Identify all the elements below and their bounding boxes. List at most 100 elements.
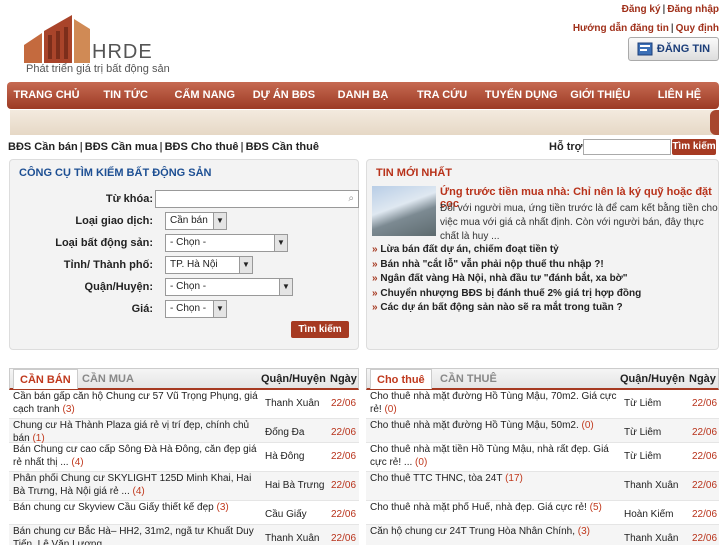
news-item[interactable]: Bán nhà "cắt lỗ" vẫn phải nộp thuế thu n… xyxy=(372,258,717,273)
nav-news[interactable]: TIN TỨC xyxy=(86,82,165,109)
nav-lookup[interactable]: TRA CỨU xyxy=(403,82,482,109)
transaction-value: Cần bán xyxy=(170,215,208,226)
news-item[interactable]: Lừa bán đất dự án, chiếm đoạt tiền tỷ xyxy=(372,243,717,258)
login-link[interactable]: Đăng nhập xyxy=(667,4,719,15)
separator: | xyxy=(159,141,163,153)
row-district: Cầu Giấy xyxy=(265,509,307,520)
nav-home[interactable]: TRANG CHỦ xyxy=(7,82,86,109)
tab-buy[interactable]: CẦN MUA xyxy=(76,369,140,389)
row-title[interactable]: Cho thuê nhà mặt phố Huế, nhà đẹp. Giá c… xyxy=(370,501,618,514)
table-row[interactable]: Bán chung cư Skyview Cầu Giấy thiết kế đ… xyxy=(9,501,359,525)
nav-projects[interactable]: DỰ ÁN BĐS xyxy=(244,82,323,109)
col-date: Ngày xyxy=(330,373,357,385)
row-date: 22/06 xyxy=(692,398,718,409)
cat-rent[interactable]: BĐS Cho thuê xyxy=(165,141,239,153)
cat-need-rent[interactable]: BĐS Cần thuê xyxy=(246,141,319,153)
table-row[interactable]: Cho thuê nhà mặt đường Hồ Tùng Mậu, 70m2… xyxy=(366,390,719,419)
separator: | xyxy=(79,141,83,153)
row-title-text: Cho thuê nhà mặt tiền Hồ Tùng Mậu, nhà r… xyxy=(370,444,609,468)
row-title-text: Cho thuê nhà mặt đường Hồ Tùng Mậu, 70m2… xyxy=(370,391,617,415)
news-item[interactable]: Chuyển nhượng BĐS bị đánh thuế 2% giá tr… xyxy=(372,287,717,302)
province-value: TP. Hà Nội xyxy=(170,259,218,270)
search-icon: ⌕ xyxy=(348,193,354,204)
row-district: Từ Liêm xyxy=(624,398,662,409)
support-search-input[interactable] xyxy=(583,139,671,155)
row-title-text: Bán chung cư Bắc Hà– HH2, 31m2, ngã tư K… xyxy=(13,526,254,545)
row-title-text: Căn hộ chung cư 24T Trung Hòa Nhân Chính… xyxy=(370,526,575,537)
row-title-text: Bán Chung cư cao cấp Sông Đà Hà Đông, că… xyxy=(13,444,257,468)
row-title[interactable]: Bán chung cư Skyview Cầu Giấy thiết kế đ… xyxy=(13,501,259,514)
price-label: Giá: xyxy=(131,303,153,315)
news-thumbnail[interactable] xyxy=(372,186,436,236)
province-label: Tỉnh/ Thành phố: xyxy=(63,259,153,271)
chevron-down-icon: ▼ xyxy=(213,301,226,317)
row-title-text: Bán chung cư Skyview Cầu Giấy thiết kế đ… xyxy=(13,502,214,513)
province-select[interactable]: TP. Hà Nội ▼ xyxy=(165,256,253,274)
table-row[interactable]: Bán Chung cư cao cấp Sông Đà Hà Đông, că… xyxy=(9,443,359,472)
nav-handbook[interactable]: CẨM NANG xyxy=(165,82,244,109)
table-row[interactable]: Phân phối Chung cư SKYLIGHT 125D Minh Kh… xyxy=(9,472,359,501)
register-link[interactable]: Đăng ký xyxy=(622,4,661,15)
news-item[interactable]: Các dự án bất động sản nào sẽ ra mắt tro… xyxy=(372,301,717,316)
table-row[interactable]: Chung cư Hà Thành Plaza giá rẻ vị trí đẹ… xyxy=(9,419,359,445)
search-button[interactable]: Tìm kiếm xyxy=(291,321,349,338)
nav-contact[interactable]: LIÊN HỆ xyxy=(640,82,719,109)
building-logo-icon xyxy=(24,15,90,63)
price-select[interactable]: - Chọn - ▼ xyxy=(165,300,227,318)
row-title[interactable]: Cần bán gấp căn hộ Chung cư 57 Vũ Trọng … xyxy=(13,390,259,416)
row-title[interactable]: Cho thuê nhà mặt đường Hồ Tùng Mậu, 50m2… xyxy=(370,419,618,432)
cat-sale[interactable]: BĐS Cần bán xyxy=(8,141,78,153)
row-district: Từ Liêm xyxy=(624,427,662,438)
row-title[interactable]: Phân phối Chung cư SKYLIGHT 125D Minh Kh… xyxy=(13,472,259,498)
guide-link[interactable]: Hướng dẫn đăng tin xyxy=(573,23,669,34)
district-select[interactable]: - Chọn - ▼ xyxy=(165,278,293,296)
property-type-label: Loại bất động sản: xyxy=(55,237,153,249)
table-row[interactable]: Căn hộ chung cư 24T Trung Hòa Nhân Chính… xyxy=(366,525,719,545)
keyword-input[interactable]: ⌕ xyxy=(155,190,359,208)
support-search-button[interactable]: Tìm kiếm xyxy=(672,139,716,155)
separator: | xyxy=(240,141,244,153)
post-listing-button[interactable]: ĐĂNG TIN xyxy=(628,37,719,61)
table-row[interactable]: Cần bán gấp căn hộ Chung cư 57 Vũ Trọng … xyxy=(9,390,359,419)
table-row[interactable]: Cho thuê nhà mặt tiền Hồ Tùng Mậu, nhà r… xyxy=(366,443,719,472)
row-count: (3) xyxy=(216,502,229,513)
row-title[interactable]: Bán Chung cư cao cấp Sông Đà Hà Đông, că… xyxy=(13,443,259,469)
row-date: 22/06 xyxy=(331,451,357,462)
nav-directory[interactable]: DANH BẠ xyxy=(323,82,402,109)
cat-buy[interactable]: BĐS Cần mua xyxy=(85,141,158,153)
rules-link[interactable]: Quy định xyxy=(676,23,719,34)
tab-sale[interactable]: CẦN BÁN xyxy=(13,369,78,389)
row-title[interactable]: Cho thuê nhà mặt tiền Hồ Tùng Mậu, nhà r… xyxy=(370,443,618,469)
nav-recruitment[interactable]: TUYỂN DỤNG xyxy=(482,82,561,109)
row-date: 22/06 xyxy=(692,533,718,544)
table-row[interactable]: Cho thuê nhà mặt đường Hồ Tùng Mậu, 50m2… xyxy=(366,419,719,443)
row-title[interactable]: Bán chung cư Bắc Hà– HH2, 31m2, ngã tư K… xyxy=(13,525,259,545)
table-row[interactable]: Cho thuê TTC THNC, tòa 24T (17) Thanh Xuâ… xyxy=(366,472,719,501)
table-row[interactable]: Cho thuê nhà mặt phố Huế, nhà đẹp. Giá c… xyxy=(366,501,719,525)
row-title[interactable]: Chung cư Hà Thành Plaza giá rẻ vị trí đẹ… xyxy=(13,419,259,445)
chevron-down-icon: ▼ xyxy=(239,257,252,273)
separator: | xyxy=(670,23,674,34)
col-district: Quận/Huyện xyxy=(620,373,685,385)
property-type-select[interactable]: - Chọn - ▼ xyxy=(165,234,288,252)
district-value: - Chọn - xyxy=(170,281,207,292)
row-date: 22/06 xyxy=(331,480,357,491)
nav-about[interactable]: GIỚI THIỆU xyxy=(561,82,640,109)
transaction-select[interactable]: Cần bán ▼ xyxy=(165,212,227,230)
rent-tabs: Cho thuê CẦN THUÊ Quận/Huyện Ngày xyxy=(366,368,719,390)
property-type-value: - Chọn - xyxy=(170,237,207,248)
site-logo[interactable]: HRDE Phát triển giá trị bất động sản xyxy=(20,15,170,77)
tab-need-rent[interactable]: CẦN THUÊ xyxy=(434,369,503,389)
table-row[interactable]: Bán chung cư Bắc Hà– HH2, 31m2, ngã tư K… xyxy=(9,525,359,545)
help-links: Hướng dẫn đăng tin | Quy định xyxy=(573,23,719,34)
row-title[interactable]: Cho thuê nhà mặt đường Hồ Tùng Mậu, 70m2… xyxy=(370,390,618,416)
row-title-text: Cho thuê TTC THNC, tòa 24T xyxy=(370,473,503,484)
search-panel-title: CÔNG CỤ TÌM KIẾM BẤT ĐỘNG SẢN xyxy=(19,167,212,179)
row-title[interactable]: Cho thuê TTC THNC, tòa 24T (17) xyxy=(370,472,618,485)
transaction-label: Loại giao dịch: xyxy=(75,215,153,227)
row-title[interactable]: Căn hộ chung cư 24T Trung Hòa Nhân Chính… xyxy=(370,525,618,538)
row-date: 22/06 xyxy=(331,427,357,438)
col-district: Quận/Huyện xyxy=(261,373,326,385)
news-item[interactable]: Ngân đất vàng Hà Nội, nhà đầu tư "đánh b… xyxy=(372,272,717,287)
tab-rent[interactable]: Cho thuê xyxy=(370,369,432,389)
